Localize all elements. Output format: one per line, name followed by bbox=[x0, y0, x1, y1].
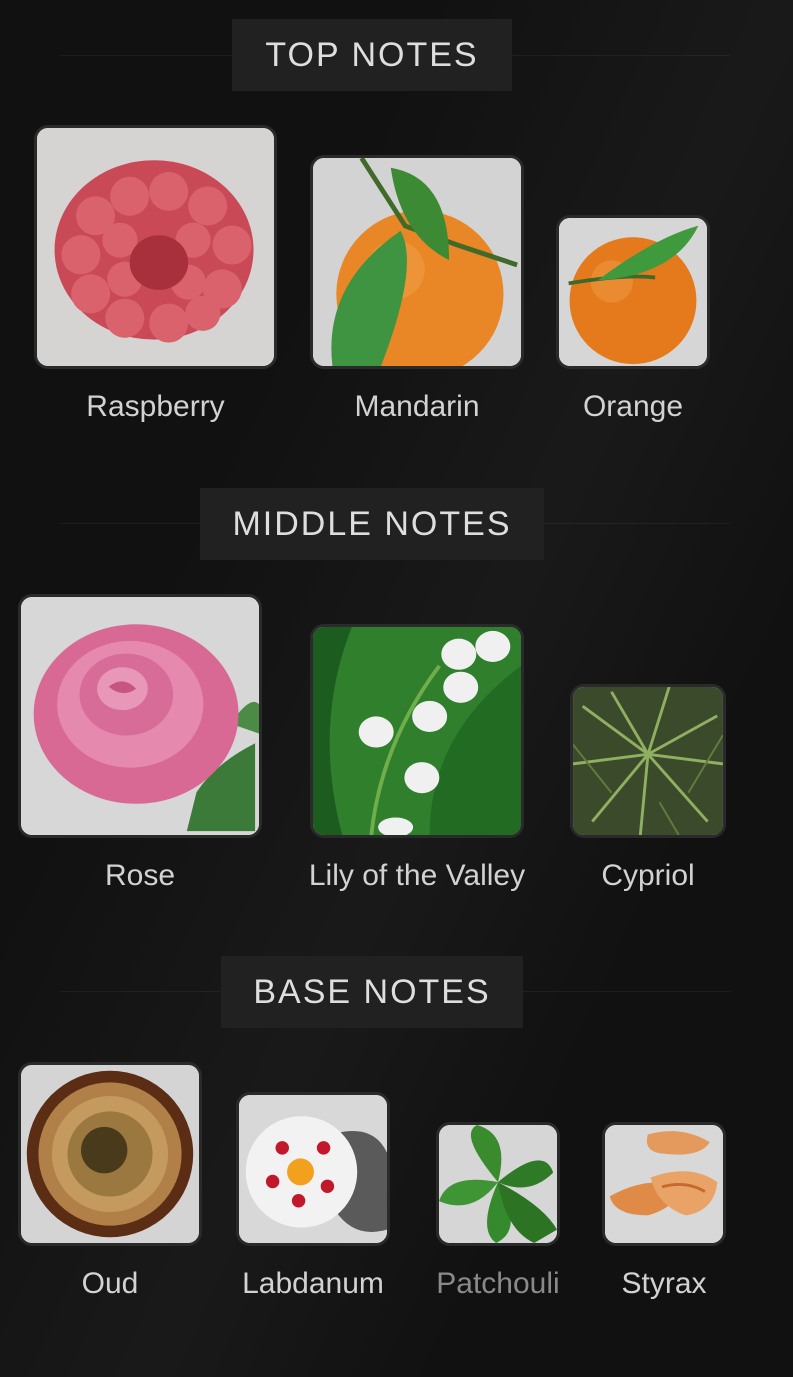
note-label-labdanum: Labdanum bbox=[242, 1267, 384, 1300]
note-label-mandarin: Mandarin bbox=[354, 390, 480, 423]
cypriol-icon bbox=[573, 687, 723, 835]
orange-icon bbox=[559, 218, 707, 366]
note-label-raspberry: Raspberry bbox=[86, 390, 225, 423]
middle-notes-heading: MIDDLE NOTES bbox=[200, 488, 544, 560]
top-notes-heading: TOP NOTES bbox=[232, 19, 512, 91]
note-raspberry[interactable] bbox=[34, 125, 277, 369]
raspberry-icon bbox=[37, 128, 274, 366]
note-styrax[interactable] bbox=[602, 1122, 726, 1246]
labdanum-icon bbox=[239, 1095, 387, 1243]
note-label-patchouli: Patchouli bbox=[436, 1267, 560, 1300]
note-patchouli[interactable] bbox=[436, 1122, 560, 1246]
note-label-rose: Rose bbox=[104, 859, 176, 892]
note-mandarin[interactable] bbox=[310, 155, 524, 369]
note-label-styrax: Styrax bbox=[621, 1267, 707, 1300]
rose-icon bbox=[21, 597, 259, 835]
note-cypriol[interactable] bbox=[570, 684, 726, 838]
note-label-lily: Lily of the Valley bbox=[308, 859, 526, 892]
note-labdanum[interactable] bbox=[236, 1092, 390, 1246]
lily-icon bbox=[313, 627, 521, 835]
note-rose[interactable] bbox=[18, 594, 262, 838]
note-label-orange: Orange bbox=[582, 390, 684, 423]
note-orange[interactable] bbox=[556, 215, 710, 369]
note-lily[interactable] bbox=[310, 624, 524, 838]
note-label-cypriol: Cypriol bbox=[601, 859, 695, 892]
oud-icon bbox=[21, 1065, 199, 1243]
mandarin-icon bbox=[313, 158, 521, 366]
note-label-oud: Oud bbox=[81, 1267, 139, 1300]
patchouli-icon bbox=[439, 1125, 557, 1243]
base-notes-heading: BASE NOTES bbox=[221, 956, 523, 1028]
note-oud[interactable] bbox=[18, 1062, 202, 1246]
styrax-icon bbox=[605, 1125, 723, 1243]
